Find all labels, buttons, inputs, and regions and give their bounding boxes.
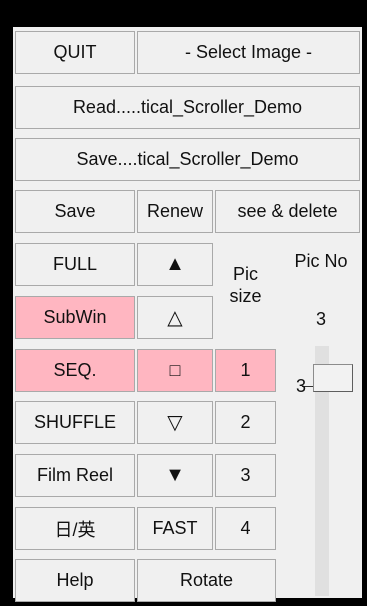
pic-no-label: Pic No	[294, 251, 348, 271]
help-button[interactable]: Help	[15, 559, 135, 602]
pic-size-option-2[interactable]: 2	[215, 401, 276, 444]
pic-size-option-4[interactable]: 4	[215, 507, 276, 550]
save-file-button[interactable]: Save....tical_Scroller_Demo	[15, 138, 360, 181]
pic-size-label: Pic size	[229, 264, 262, 306]
shuffle-button[interactable]: SHUFFLE	[15, 401, 135, 444]
save-button[interactable]: Save	[15, 190, 135, 233]
square-icon: □	[169, 360, 181, 380]
first-image-button[interactable]: ▲	[137, 243, 213, 286]
read-file-button[interactable]: Read.....tical_Scroller_Demo	[15, 86, 360, 129]
pic-no-slider-thumb[interactable]	[313, 364, 353, 392]
triangle-down-outline-icon: ▽	[167, 412, 183, 434]
last-image-button[interactable]: ▼	[137, 454, 213, 497]
language-toggle-button[interactable]: 日/英	[15, 507, 135, 550]
pic-no-value: 3	[315, 309, 326, 329]
film-reel-button[interactable]: Film Reel	[15, 454, 135, 497]
previous-image-button[interactable]: △	[137, 296, 213, 339]
see-delete-button[interactable]: see & delete	[215, 190, 360, 233]
renew-button[interactable]: Renew	[137, 190, 213, 233]
stop-button[interactable]: □	[137, 349, 213, 392]
pic-size-option-1[interactable]: 1	[215, 349, 276, 392]
pic-size-option-3[interactable]: 3	[215, 454, 276, 497]
triangle-up-outline-icon: △	[167, 307, 183, 329]
triangle-down-filled-icon: ▼	[165, 464, 185, 486]
triangle-up-filled-icon: ▲	[165, 253, 185, 275]
next-image-button[interactable]: ▽	[137, 401, 213, 444]
subwin-button[interactable]: SubWin	[15, 296, 135, 339]
seq-button[interactable]: SEQ.	[15, 349, 135, 392]
window-frame: QUIT - Select Image - Read.....tical_Scr…	[0, 0, 367, 606]
quit-button[interactable]: QUIT	[15, 31, 135, 74]
slider-value-label: 3	[295, 376, 306, 396]
fast-button[interactable]: FAST	[137, 507, 213, 550]
select-image-button[interactable]: - Select Image -	[137, 31, 360, 74]
full-button[interactable]: FULL	[15, 243, 135, 286]
rotate-button[interactable]: Rotate	[137, 559, 276, 602]
